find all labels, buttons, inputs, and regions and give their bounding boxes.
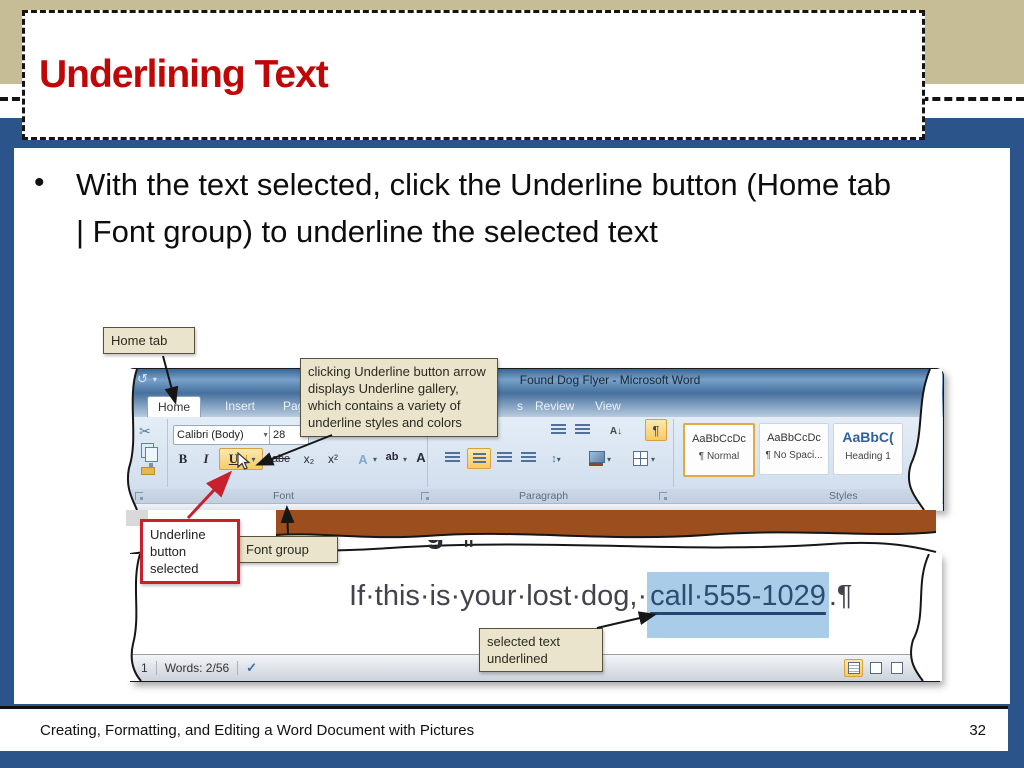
style-no-spacing[interactable]: AaBbCcDc ¶ No Spaci... [759,423,829,475]
ribbon-left-torn-edge [124,368,138,510]
slide-page-number: 32 [969,721,986,739]
styles-group-label: Styles [829,490,858,502]
doc-text-before: If·this·is·your·lost·dog,· [349,580,648,612]
subscript-button[interactable]: x₂ [299,449,319,469]
document-text-line[interactable]: If·this·is·your·lost·dog,· call·555-1029.… [349,572,853,638]
align-center-icon [472,453,486,464]
format-painter-handle [149,463,153,468]
group-separator [167,419,168,487]
ribbon-tab-row: Home Insert Page s Review View [127,393,943,420]
doc-text-after: .¶ [828,580,853,612]
word-screenshot-figure: ↺ ▾ Found Dog Flyer - Microsoft Word Hom… [100,325,980,705]
slide-title-box: Underlining Text [22,10,925,140]
chevron-down-icon[interactable]: ▾ [373,455,377,464]
callout-home-tab: Home tab [103,327,195,355]
footer-text: Creating, Formatting, and Editing a Word… [40,721,475,739]
bold-button[interactable]: B [173,449,193,469]
font-size-value: 28 [273,429,286,441]
chevron-down-icon[interactable]: ▾ [403,455,407,464]
group-separator [673,419,674,487]
word-titlebar: ↺ ▾ Found Dog Flyer - Microsoft Word [127,369,943,393]
view-buttons [844,659,905,677]
torn-text-fragment: g ¶ [426,540,536,555]
underline-arrow-icon[interactable]: ▾ [245,454,261,464]
status-separator [155,661,157,675]
tab-review[interactable]: Review [525,396,584,416]
font-name-value: Calibri (Body) [177,429,244,441]
callout-underline-button-selected: Underline button selected [140,519,240,585]
copy-icon-back [145,447,158,462]
align-justify-icon[interactable] [521,452,536,463]
align-right-icon[interactable] [497,452,512,463]
font-group-label: Font [273,490,295,502]
increase-indent-icon[interactable] [575,424,590,435]
sort-icon[interactable]: A↓ [605,421,627,441]
underline-button[interactable]: U ▾ [219,448,263,470]
font-name-combo[interactable]: Calibri (Body) ▼ [173,425,273,445]
callout-font-group: Font group [238,536,338,564]
slide: Underlining Text • With the text selecte… [0,0,1024,768]
shading-bucket-icon[interactable] [589,451,605,463]
chevron-down-icon[interactable]: ▾ [651,455,655,464]
window-title: Found Dog Flyer - Microsoft Word [519,373,701,387]
align-center-button[interactable] [467,448,491,469]
bullet-item: • With the text selected, click the Unde… [34,162,904,255]
word-count[interactable]: Words: 2/56 [165,661,229,675]
ribbon-right-torn-edge [907,368,942,510]
shading-color-bar [589,463,603,466]
status-separator [237,661,239,675]
bullet-text: With the text selected, click the Underl… [76,167,892,249]
font-color-button[interactable]: A [411,447,431,467]
decrease-indent-icon[interactable] [551,424,566,435]
italic-button[interactable]: I [197,449,215,469]
tab-view[interactable]: View [585,396,631,416]
superscript-button[interactable]: x² [323,449,343,469]
callout-underline-gallery: clicking Underline button arrow displays… [300,358,498,437]
font-dialog-launcher-icon[interactable] [421,492,429,500]
line-spacing-button[interactable]: ↕ ▾ [545,449,567,469]
text-highlight-button[interactable]: ab [381,447,403,467]
word-ribbon-piece: ↺ ▾ Found Dog Flyer - Microsoft Word Hom… [126,368,944,511]
tab-insert[interactable]: Insert [215,396,265,416]
paragraph-dialog-launcher-icon[interactable] [659,492,667,500]
text-effects-button[interactable]: A [353,449,373,469]
show-hide-pilcrow-button[interactable]: ¶ [645,419,667,441]
flyer-picture-edge [276,510,936,526]
borders-icon[interactable] [633,451,648,466]
style-normal[interactable]: AaBbCcDc ¶ Normal [683,423,755,477]
style-heading1[interactable]: AaBbC( Heading 1 [833,423,903,475]
print-layout-view-button[interactable] [844,659,863,677]
slide-content-area: • With the text selected, click the Unde… [14,148,1010,704]
strikethrough-button[interactable]: abe [267,449,295,469]
doc-text-selected-underlined: call·555-1029 [647,572,829,638]
align-left-icon[interactable] [445,452,460,463]
chevron-down-icon[interactable]: ▾ [607,455,611,464]
paragraph-group-label: Paragraph [519,490,569,502]
ribbon-group-labels: Font Paragraph Styles [127,489,943,503]
bullet-marker: • [34,166,45,199]
doc-right-torn-edge [910,554,942,681]
slide-footer: Creating, Formatting, and Editing a Word… [0,706,1008,751]
spellcheck-icon[interactable]: ✓ [246,660,257,676]
fullscreen-reading-view-button[interactable] [867,660,884,676]
page-title: Underlining Text [39,53,329,96]
callout-selected-text: selected text underlined [479,628,603,673]
chevron-down-icon[interactable]: ▼ [259,432,269,439]
